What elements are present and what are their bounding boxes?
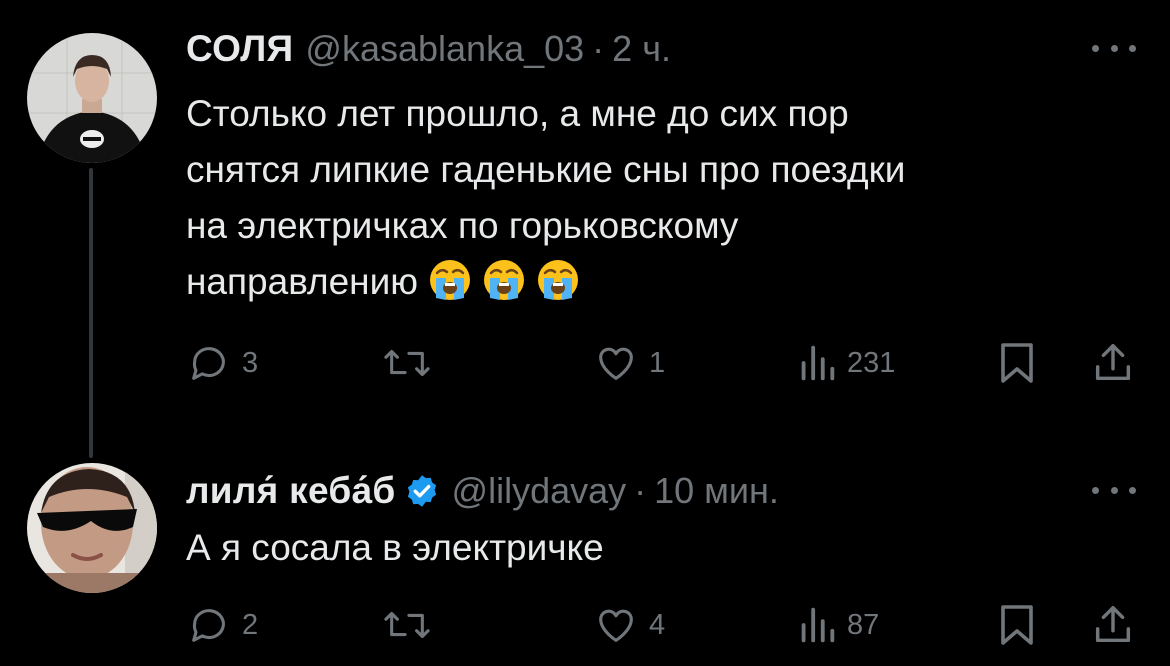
bookmark-icon <box>1001 343 1033 383</box>
share-icon <box>1095 606 1131 643</box>
avatar[interactable] <box>27 33 157 163</box>
views-icon <box>801 607 835 643</box>
tweet-text-line: А я сосала в электричке <box>186 527 604 568</box>
tweet-text-line: направлению <box>186 261 419 302</box>
like-button[interactable]: 4 <box>593 600 665 650</box>
tweet-text: Столько лет прошло, а мне до сих пор сня… <box>186 86 1116 310</box>
loudly-crying-face-icon <box>428 258 472 302</box>
share-icon <box>1095 344 1131 381</box>
loudly-crying-face-icon <box>482 258 526 302</box>
reply-icon <box>192 609 225 642</box>
repost-button[interactable] <box>381 338 433 388</box>
like-button[interactable]: 1 <box>593 338 665 388</box>
reply-button[interactable]: 2 <box>186 600 258 650</box>
share-button[interactable] <box>1090 600 1136 650</box>
like-count: 1 <box>649 346 666 379</box>
views-icon <box>801 345 835 381</box>
tweet-text-line: снятся липкие гаденькие сны про поездки <box>186 149 906 190</box>
repost-icon <box>384 349 430 377</box>
tweet-text-line: Столько лет прошло, а мне до сих пор <box>186 93 849 134</box>
tweet-header: лиля́ кеба́б @lilydavay · 10 мин. <box>186 470 779 512</box>
author-handle[interactable]: @lilydavay <box>452 470 627 512</box>
views-count: 231 <box>847 346 896 379</box>
reply-count: 3 <box>242 346 259 379</box>
separator-dot: · <box>592 28 605 69</box>
verified-badge-icon <box>404 473 440 509</box>
like-icon <box>599 609 633 642</box>
author-handle[interactable]: @kasablanka_03 <box>305 28 584 70</box>
tweet-text-line-with-emoji: направлению <box>186 254 1116 310</box>
tweet-timestamp[interactable]: 2 ч. <box>612 28 671 70</box>
repost-icon <box>384 611 430 639</box>
reply-icon <box>192 347 225 380</box>
tweet-actions: 2 4 87 <box>0 600 1170 650</box>
more-icon[interactable] <box>1092 480 1136 500</box>
author-name[interactable]: лиля́ кеба́б <box>186 470 396 512</box>
views-count: 87 <box>847 608 880 641</box>
views-button[interactable]: 231 <box>797 338 895 388</box>
repost-button[interactable] <box>381 600 433 650</box>
tweet-2[interactable]: лиля́ кеба́б @lilydavay · 10 мин. А я со… <box>0 440 1170 666</box>
bookmark-button[interactable] <box>995 600 1039 650</box>
tweet-text: А я сосала в электричке <box>186 520 1116 576</box>
tweet-text-line: на электричках по горьковскому <box>186 205 739 246</box>
bookmark-button[interactable] <box>995 338 1039 388</box>
views-button[interactable]: 87 <box>797 600 879 650</box>
bookmark-icon <box>1001 605 1033 645</box>
loudly-crying-face-icon <box>536 258 580 302</box>
author-name[interactable]: СОЛЯ <box>186 28 293 70</box>
like-icon <box>599 347 633 380</box>
share-button[interactable] <box>1090 338 1136 388</box>
reply-count: 2 <box>242 608 259 641</box>
separator-dot: · <box>634 470 647 511</box>
tweet-1[interactable]: СОЛЯ @kasablanka_03 · 2 ч. Столько лет п… <box>0 0 1170 420</box>
tweet-header: СОЛЯ @kasablanka_03 · 2 ч. <box>186 28 671 70</box>
tweet-timestamp[interactable]: 10 мин. <box>654 470 779 512</box>
avatar[interactable] <box>27 463 157 593</box>
reply-button[interactable]: 3 <box>186 338 258 388</box>
like-count: 4 <box>649 608 666 641</box>
more-icon[interactable] <box>1092 38 1136 58</box>
tweet-actions: 3 1 231 <box>0 338 1170 388</box>
